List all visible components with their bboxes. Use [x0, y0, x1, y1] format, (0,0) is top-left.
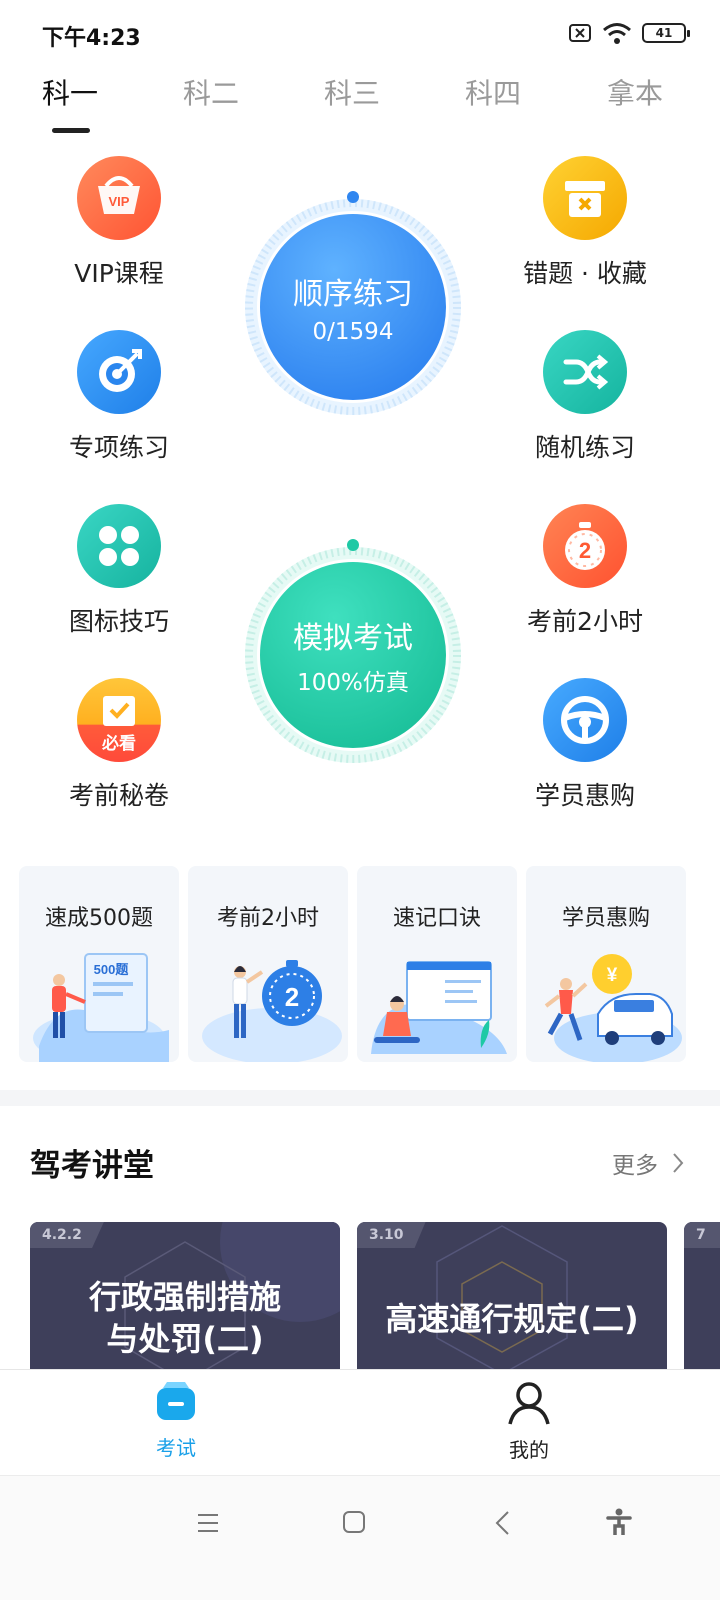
lecture-card[interactable]: 3.10 高速通行规定(二)	[357, 1222, 667, 1382]
lecture-card[interactable]: 7	[684, 1222, 720, 1382]
status-icons: 41	[568, 22, 690, 44]
feature-label: 考前2小时	[527, 607, 643, 636]
error-box-icon	[543, 156, 627, 240]
reading-illustration	[371, 961, 507, 1054]
feature-student-discount[interactable]: 学员惠购	[505, 678, 665, 812]
sequential-progress: 0/1594	[312, 319, 394, 345]
feature-label: VIP课程	[74, 259, 164, 288]
exam-dot	[347, 539, 359, 551]
stopwatch-icon: 2	[543, 504, 627, 588]
lecture-tag: 4.2.2	[30, 1222, 104, 1248]
chevron-right-icon	[673, 1153, 684, 1173]
feature-label: 考前秘卷	[68, 781, 169, 810]
promo-card-title: 速成500题	[45, 906, 153, 931]
lecture-title-line1: 行政强制措施	[88, 1278, 281, 1316]
battery-indicator: 41	[642, 23, 690, 43]
feature-label: 专项练习	[68, 433, 169, 462]
vip-icon: VIP	[77, 156, 161, 240]
feature-exam-secret[interactable]: 必看 考前秘卷	[39, 678, 199, 812]
feature-label: 错题 · 收藏	[523, 259, 647, 288]
feature-icon-tips[interactable]: 图标技巧	[39, 504, 199, 638]
study-illustration: 500题	[33, 953, 169, 1062]
feature-random-practice[interactable]: 随机练习	[505, 330, 665, 464]
lecture-card[interactable]: 4.2.2 行政强制措施 与处罚(二)	[30, 1222, 340, 1382]
nav-mine[interactable]: 我的	[469, 1380, 589, 1463]
target-icon	[77, 330, 161, 414]
feature-label: 图标技巧	[68, 607, 169, 636]
lecture-title-line2: 与处罚(二)	[106, 1320, 264, 1358]
feature-special-practice[interactable]: 专项练习	[39, 330, 199, 464]
promo-card-title: 速记口诀	[392, 906, 481, 931]
person-icon	[508, 1382, 550, 1425]
promo-card-student-discount[interactable]: 学员惠购 ¥	[526, 866, 686, 1062]
lecture-tag: 3.10	[357, 1222, 426, 1248]
mock-exam-button[interactable]: 模拟考试 100%仿真	[240, 539, 466, 768]
lecture-more-link[interactable]: 更多	[612, 1146, 684, 1180]
progress-dot	[347, 191, 359, 203]
lecture-title-line1: 高速通行规定(二)	[385, 1300, 639, 1338]
status-time: 下午4:23	[42, 26, 141, 51]
feature-label: 随机练习	[534, 433, 635, 462]
promo-card-title: 学员惠购	[561, 906, 650, 931]
lecture-section-title: 驾考讲堂	[30, 1148, 154, 1184]
tab-indicator	[52, 128, 90, 133]
nav-label: 考试	[156, 1436, 196, 1460]
tab-get-license[interactable]: 拿本	[607, 72, 663, 112]
wifi-icon	[603, 23, 631, 44]
exam-bag-icon	[157, 1382, 195, 1420]
promo-card-mnemonics[interactable]: 速记口诀	[357, 866, 517, 1062]
tab-subject-4[interactable]: 科四	[465, 72, 521, 112]
sequential-practice-button[interactable]: 顺序练习 0/1594	[240, 191, 466, 420]
promo-card-title: 考前2小时	[217, 906, 319, 931]
nav-exam[interactable]: 考试	[116, 1380, 236, 1461]
lecture-tag: 7	[684, 1222, 720, 1248]
mock-exam-title: 模拟考试	[293, 621, 413, 656]
grid-icon	[77, 504, 161, 588]
mock-exam-subtitle: 100%仿真	[297, 670, 409, 696]
exam-paper-icon: 必看	[77, 678, 161, 762]
sequential-title: 顺序练习	[293, 277, 413, 312]
illustration-text: 2	[285, 982, 299, 1012]
feature-label: 学员惠购	[534, 781, 635, 810]
feature-two-hours-before[interactable]: 2 考前2小时	[505, 504, 665, 638]
must-see-badge: 必看	[102, 734, 136, 754]
subject-tabs: 科一 科二 科三 科四 拿本	[0, 72, 720, 132]
promo-card-two-hours[interactable]: 考前2小时 2	[188, 866, 348, 1062]
tab-subject-2[interactable]: 科二	[183, 72, 239, 112]
home-icon[interactable]	[342, 1510, 366, 1534]
back-icon[interactable]	[494, 1510, 510, 1536]
system-navigation-bar	[0, 1475, 720, 1600]
illustration-text: 500题	[94, 962, 130, 977]
shuffle-icon	[543, 330, 627, 414]
steering-wheel-icon	[543, 678, 627, 762]
nav-label: 我的	[509, 1438, 549, 1462]
accessibility-icon[interactable]	[606, 1508, 632, 1536]
illustration-text: ¥	[607, 965, 618, 986]
bottom-navigation: 考试 我的	[0, 1369, 720, 1475]
stopwatch-digit: 2	[579, 538, 591, 563]
menu-icon[interactable]	[196, 1512, 220, 1534]
sim-off-icon	[569, 24, 591, 42]
feature-vip-course[interactable]: VIP VIP课程	[39, 156, 199, 290]
more-label: 更多	[612, 1153, 658, 1179]
tab-subject-3[interactable]: 科三	[324, 72, 380, 112]
section-separator	[0, 1090, 720, 1106]
tab-subject-1[interactable]: 科一	[42, 72, 98, 112]
vip-badge-text: VIP	[109, 194, 130, 209]
promo-card-500-questions[interactable]: 速成500题 500题	[19, 866, 179, 1062]
feature-errors-favorites[interactable]: 错题 · 收藏	[505, 156, 665, 290]
car-illustration: ¥	[544, 954, 682, 1062]
stopwatch-illustration: 2	[202, 960, 342, 1062]
